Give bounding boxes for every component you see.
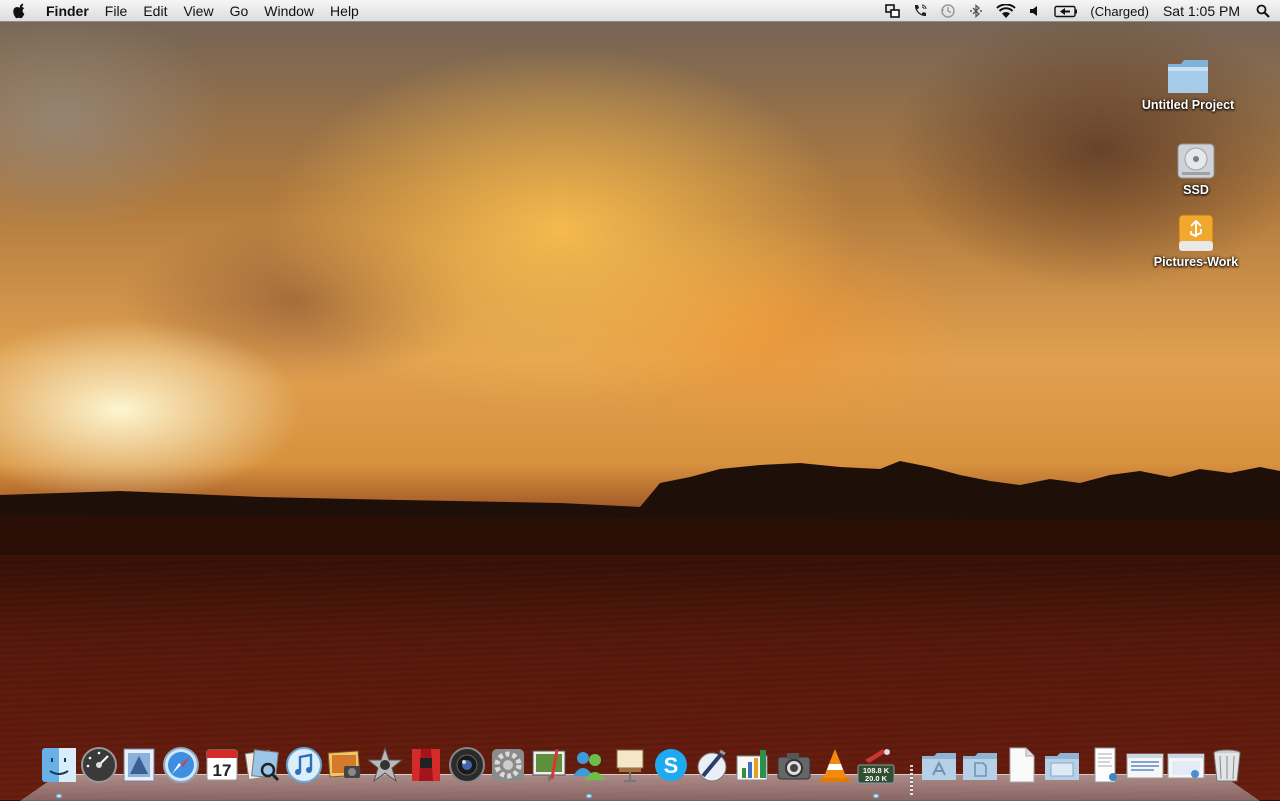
- dock-mail-icon[interactable]: [120, 746, 158, 784]
- desktop-icon-label: SSD: [1183, 183, 1209, 197]
- dock-ical-icon[interactable]: 17: [203, 746, 241, 784]
- dock-system-preferences-icon[interactable]: [489, 746, 527, 784]
- desktop-icon-untitled-project[interactable]: Untitled Project: [1128, 56, 1248, 112]
- running-indicator-messenger: [586, 794, 592, 798]
- hard-drive-icon: [1174, 141, 1218, 181]
- menu-bar: Finder File Edit View Go Window Help (Ch…: [0, 0, 1280, 22]
- dock-itunes-icon[interactable]: [285, 746, 323, 784]
- wallpaper-treeline: [0, 461, 1280, 555]
- network-down-text: 20.0 K: [865, 774, 888, 783]
- dock-network-meter-icon[interactable]: 108.8 K 20.0 K: [857, 746, 895, 784]
- running-indicator-network-meter: [873, 794, 879, 798]
- dock-text-document-icon[interactable]: [1088, 746, 1126, 784]
- dock-dashboard-icon[interactable]: [80, 746, 118, 784]
- time-machine-icon[interactable]: [934, 0, 962, 22]
- status-menus: (Charged) Sat 1:05 PM: [879, 0, 1280, 22]
- menu-clock[interactable]: Sat 1:05 PM: [1155, 0, 1248, 22]
- menu-go[interactable]: Go: [222, 0, 257, 22]
- menu-file[interactable]: File: [97, 0, 136, 22]
- desktop-icon-pictures-work[interactable]: Pictures-Work: [1136, 213, 1256, 269]
- dock-iphoto-icon[interactable]: [326, 746, 364, 784]
- spaces-icon[interactable]: [879, 0, 906, 22]
- phone-icon[interactable]: [906, 0, 934, 22]
- ical-day-text: 17: [213, 761, 232, 780]
- apple-logo-icon[interactable]: [0, 0, 38, 22]
- dock-imovie-icon[interactable]: [366, 746, 404, 784]
- desktop-icon-ssd[interactable]: SSD: [1136, 141, 1256, 197]
- dock-documents-folder-icon[interactable]: [961, 746, 999, 784]
- dock-applications-folder-icon[interactable]: [920, 746, 958, 784]
- svg-text:S: S: [664, 753, 679, 778]
- running-indicator-finder: [56, 794, 62, 798]
- battery-status-text[interactable]: (Charged): [1084, 0, 1155, 22]
- desktop-icon-label: Pictures-Work: [1153, 255, 1239, 269]
- dock-trash-icon[interactable]: [1208, 746, 1246, 784]
- dock-document-file-icon[interactable]: [1002, 746, 1040, 784]
- dock-vlc-icon[interactable]: [816, 746, 854, 784]
- usb-drive-icon: [1174, 213, 1218, 253]
- battery-icon[interactable]: [1048, 0, 1084, 22]
- dock-mail-window-icon[interactable]: [1126, 746, 1164, 784]
- desktop-wallpaper: [0, 0, 1280, 800]
- dock-photo-booth-icon[interactable]: [407, 746, 445, 784]
- dock-pages-icon[interactable]: [693, 746, 731, 784]
- spotlight-search-icon[interactable]: [1248, 0, 1280, 22]
- dock-messenger-icon[interactable]: [570, 746, 608, 784]
- dock-skype-icon[interactable]: S: [652, 746, 690, 784]
- folder-icon: [1166, 56, 1210, 96]
- wifi-icon[interactable]: [990, 0, 1022, 22]
- menu-app-finder[interactable]: Finder: [38, 0, 97, 22]
- dock-preview-icon[interactable]: [244, 746, 282, 784]
- dock-presentation-icon[interactable]: [611, 746, 649, 784]
- dock-numbers-icon[interactable]: [734, 746, 772, 784]
- menu-edit[interactable]: Edit: [135, 0, 175, 22]
- dock-preview-window-icon[interactable]: [1167, 746, 1205, 784]
- dock-keynote-screen-icon[interactable]: [530, 746, 568, 784]
- dock-image-capture-icon[interactable]: [775, 746, 813, 784]
- menu-window[interactable]: Window: [256, 0, 322, 22]
- bluetooth-icon[interactable]: [962, 0, 990, 22]
- dock-downloads-folder-icon[interactable]: [1043, 746, 1081, 784]
- desktop-icon-label: Untitled Project: [1141, 98, 1235, 112]
- dock: 17 S 108.8 K 20.0 K: [40, 746, 1250, 798]
- volume-icon[interactable]: [1022, 0, 1048, 22]
- menu-view[interactable]: View: [175, 0, 221, 22]
- dock-safari-icon[interactable]: [162, 746, 200, 784]
- menu-help[interactable]: Help: [322, 0, 367, 22]
- dock-aperture-icon[interactable]: [448, 746, 486, 784]
- dock-finder-icon[interactable]: [40, 746, 78, 784]
